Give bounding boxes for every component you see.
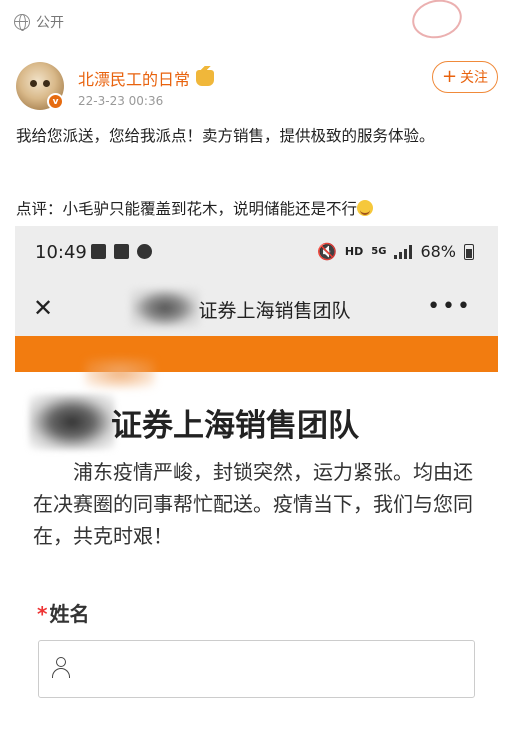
laughing-emoji-icon	[357, 200, 374, 216]
user-icon	[51, 657, 71, 681]
watermark-stamp	[408, 0, 466, 43]
visibility-label: 公开	[36, 15, 64, 31]
battery-icon	[464, 243, 474, 260]
name-label-text: 姓名	[49, 602, 90, 626]
name-input[interactable]	[81, 641, 461, 697]
network-indicator: 5G	[371, 245, 387, 257]
send-icon	[137, 244, 152, 259]
post-comment: 点评：小毛驴只能覆盖到花木，说明储能还是不行	[16, 197, 498, 221]
embedded-screenshot[interactable]: 10:49 🔇 HD 5G 68% ✕ 证券上海销售团队 ••• 证券上海销售团…	[15, 226, 498, 732]
notice-text: 浦东疫情严峻，封锁突然，运力紧张。均由还在决赛圈的同事帮忙配送。疫情当下，我们与…	[33, 460, 473, 548]
author-name-text[interactable]: 北漂民工的日常	[78, 66, 190, 90]
name-field[interactable]	[38, 640, 475, 698]
signal-icon	[394, 244, 413, 259]
mute-icon: 🔇	[317, 242, 337, 261]
follow-label: 关注	[460, 70, 489, 86]
status-right: 🔇 HD 5G 68%	[317, 242, 474, 261]
name-field-label: * 姓名	[37, 598, 89, 627]
status-time: 10:49	[35, 242, 87, 263]
more-icon[interactable]: •••	[427, 294, 472, 319]
post-comment-text: 点评：小毛驴只能覆盖到花木，说明储能还是不行	[16, 200, 358, 218]
webview-navbar: ✕ 证券上海销售团队 •••	[15, 280, 498, 336]
required-mark: *	[37, 602, 48, 626]
redaction-blur	[29, 394, 115, 450]
post-timestamp: 22-3-23 00:36	[78, 94, 164, 108]
follow-button[interactable]: + 关注	[432, 61, 498, 93]
avatar-eye	[43, 80, 50, 87]
calendar-icon	[114, 244, 129, 259]
visibility-indicator: 公开	[14, 12, 64, 32]
verified-badge-icon: v	[47, 93, 64, 110]
avatar-eye	[30, 80, 37, 87]
author-name[interactable]: 北漂民工的日常	[78, 66, 215, 90]
webview-title: 证券上海销售团队	[198, 300, 351, 322]
hd-indicator: HD	[344, 245, 364, 258]
page-heading: 证券上海销售团队	[15, 394, 498, 454]
page-heading-text: 证券上海销售团队	[111, 408, 359, 444]
vip-crown-icon	[196, 66, 215, 86]
globe-icon	[14, 14, 30, 31]
status-app-icons	[91, 244, 152, 259]
alipay-icon	[91, 244, 106, 259]
battery-percent: 68%	[420, 242, 456, 261]
phone-status-bar: 10:49 🔇 HD 5G 68%	[15, 226, 498, 280]
plus-icon: +	[441, 66, 458, 87]
redaction-blur	[85, 358, 155, 388]
post-text: 我给您派送，您给我派点！卖方销售，提供极致的服务体验。	[16, 127, 435, 145]
